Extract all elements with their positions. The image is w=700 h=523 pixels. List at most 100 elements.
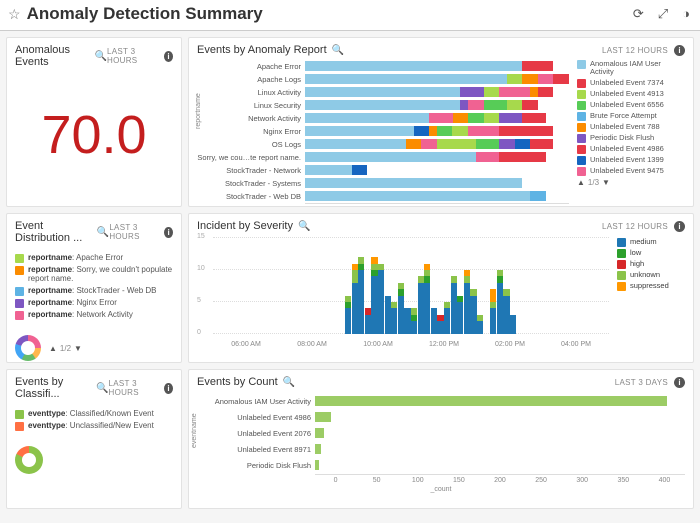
legend-swatch	[15, 422, 24, 431]
legend-item[interactable]: suppressed	[617, 282, 685, 291]
legend-label: Unlabeled Event 7374	[590, 79, 664, 87]
bar-category: StockTrader - Web DB	[197, 192, 305, 201]
bar-segment	[530, 191, 546, 201]
legend-item[interactable]: high	[617, 260, 685, 269]
horizontal-bar-chart: eventname Anomalous IAM User ActivityUnl…	[189, 392, 693, 503]
pager-next-icon[interactable]: ▼	[602, 178, 610, 187]
legend-label: high	[630, 260, 644, 268]
info-icon[interactable]: i	[674, 221, 685, 232]
legend-swatch	[15, 287, 24, 296]
magnify-icon[interactable]: 🔍	[97, 227, 109, 238]
page-header: ☆ Anomaly Detection Summary ⟳ ⤢ ◑	[0, 0, 700, 31]
legend-item[interactable]: Unlabeled Event 4913	[577, 90, 685, 99]
x-axis-label: _count	[197, 486, 685, 493]
bar-segment	[421, 139, 437, 149]
info-icon[interactable]: i	[164, 51, 173, 62]
legend-item[interactable]: unknown	[617, 271, 685, 280]
bar-segment	[499, 87, 530, 97]
legend-swatch	[577, 167, 586, 176]
bar-category: OS Logs	[197, 140, 305, 149]
chart-legend: medium low high unknown suppressed	[617, 238, 685, 348]
legend-label: Anomalous IAM User Activity	[590, 60, 685, 77]
bar-row: StockTrader - Systems	[197, 177, 569, 189]
bar-category: Nginx Error	[197, 127, 305, 136]
column	[385, 296, 391, 334]
bar-track	[305, 126, 569, 136]
bar-segment	[538, 61, 554, 71]
bar-segment	[515, 139, 531, 149]
column	[470, 289, 476, 334]
bar-segment	[305, 191, 530, 201]
bar-segment	[468, 100, 484, 110]
time-range: LAST 3 HOURS	[109, 223, 158, 241]
bar-segment	[429, 113, 452, 123]
pager-prev-icon[interactable]: ▲	[49, 344, 57, 353]
legend-item[interactable]: low	[617, 249, 685, 258]
legend-item[interactable]: reportname: Apache Error	[15, 254, 173, 263]
column	[503, 289, 509, 334]
panel-title: Events by Anomaly Report	[197, 44, 327, 56]
time-range: LAST 3 HOURS	[107, 47, 158, 65]
legend-item[interactable]: eventtype: Classified/Known Event	[15, 410, 173, 419]
legend-item[interactable]: Periodic Disk Flush	[577, 134, 685, 143]
bar-row: Sorry, we cou…te report name.	[197, 151, 569, 163]
export-icon[interactable]: ◑	[682, 6, 690, 22]
bar-segment	[429, 126, 437, 136]
anomalous-events-value: 70.0	[7, 72, 181, 197]
bar-row: Network Activity	[197, 112, 569, 124]
info-icon[interactable]: i	[164, 227, 173, 238]
legend-item[interactable]: reportname: Network Activity	[15, 311, 173, 320]
magnify-icon[interactable]: 🔍	[96, 383, 108, 394]
legend-item[interactable]: medium	[617, 238, 685, 247]
fullscreen-icon[interactable]: ⤢	[658, 6, 668, 22]
info-icon[interactable]: i	[674, 377, 685, 388]
legend-item[interactable]: Unlabeled Event 788	[577, 123, 685, 132]
legend-item[interactable]: Unlabeled Event 4986	[577, 145, 685, 154]
column	[358, 257, 364, 334]
info-icon[interactable]: i	[674, 45, 685, 56]
magnify-icon[interactable]: 🔍	[283, 377, 295, 388]
bar-segment	[522, 74, 538, 84]
legend-item[interactable]: Brute Force Attempt	[577, 112, 685, 121]
column	[424, 264, 430, 334]
column	[497, 270, 503, 334]
bar-category: Periodic Disk Flush	[197, 461, 315, 470]
donut-chart	[15, 335, 41, 361]
bar-segment	[305, 152, 476, 162]
magnify-icon[interactable]: 🔍	[332, 45, 344, 56]
legend-swatch	[15, 311, 24, 320]
column	[418, 276, 424, 334]
legend-label: eventtype: Classified/Known Event	[28, 410, 154, 419]
legend-item[interactable]: Unlabeled Event 9475	[577, 167, 685, 176]
magnify-icon[interactable]: 🔍	[298, 221, 310, 232]
legend-item[interactable]: Anomalous IAM User Activity	[577, 60, 685, 77]
info-icon[interactable]: i	[164, 383, 173, 394]
legend-item[interactable]: reportname: Nginx Error	[15, 299, 173, 308]
bar-segment	[452, 126, 468, 136]
legend-item[interactable]: Unlabeled Event 1399	[577, 156, 685, 165]
stacked-bar-chart: reportname Apache ErrorApache LogsLinux …	[197, 60, 569, 207]
legend-label: Unlabeled Event 9475	[590, 167, 664, 175]
bar-segment	[476, 152, 499, 162]
bar-segment	[468, 126, 499, 136]
legend-item[interactable]: reportname: StockTrader - Web DB	[15, 287, 173, 296]
legend-item[interactable]: eventtype: Unclassified/New Event	[15, 422, 173, 431]
favorite-star-icon[interactable]: ☆	[8, 6, 21, 23]
legend-item[interactable]: Unlabeled Event 6556	[577, 101, 685, 110]
column	[352, 264, 358, 334]
legend-label: reportname: StockTrader - Web DB	[28, 287, 156, 296]
bar-track	[305, 74, 569, 84]
bar-track	[305, 191, 569, 201]
column	[378, 264, 384, 334]
legend-swatch	[577, 60, 586, 69]
pager-next-icon[interactable]: ▼	[74, 344, 82, 353]
magnify-icon[interactable]: 🔍	[95, 51, 107, 62]
refresh-icon[interactable]: ⟳	[633, 6, 644, 22]
legend-label: Unlabeled Event 6556	[590, 101, 664, 109]
legend-item[interactable]: reportname: Sorry, we couldn't populate …	[15, 266, 173, 284]
bar-segment	[484, 87, 500, 97]
legend-item[interactable]: Unlabeled Event 7374	[577, 79, 685, 88]
bar-row: Apache Logs	[197, 73, 569, 85]
pager-prev-icon[interactable]: ▲	[577, 178, 585, 187]
legend-label: reportname: Apache Error	[28, 254, 123, 263]
